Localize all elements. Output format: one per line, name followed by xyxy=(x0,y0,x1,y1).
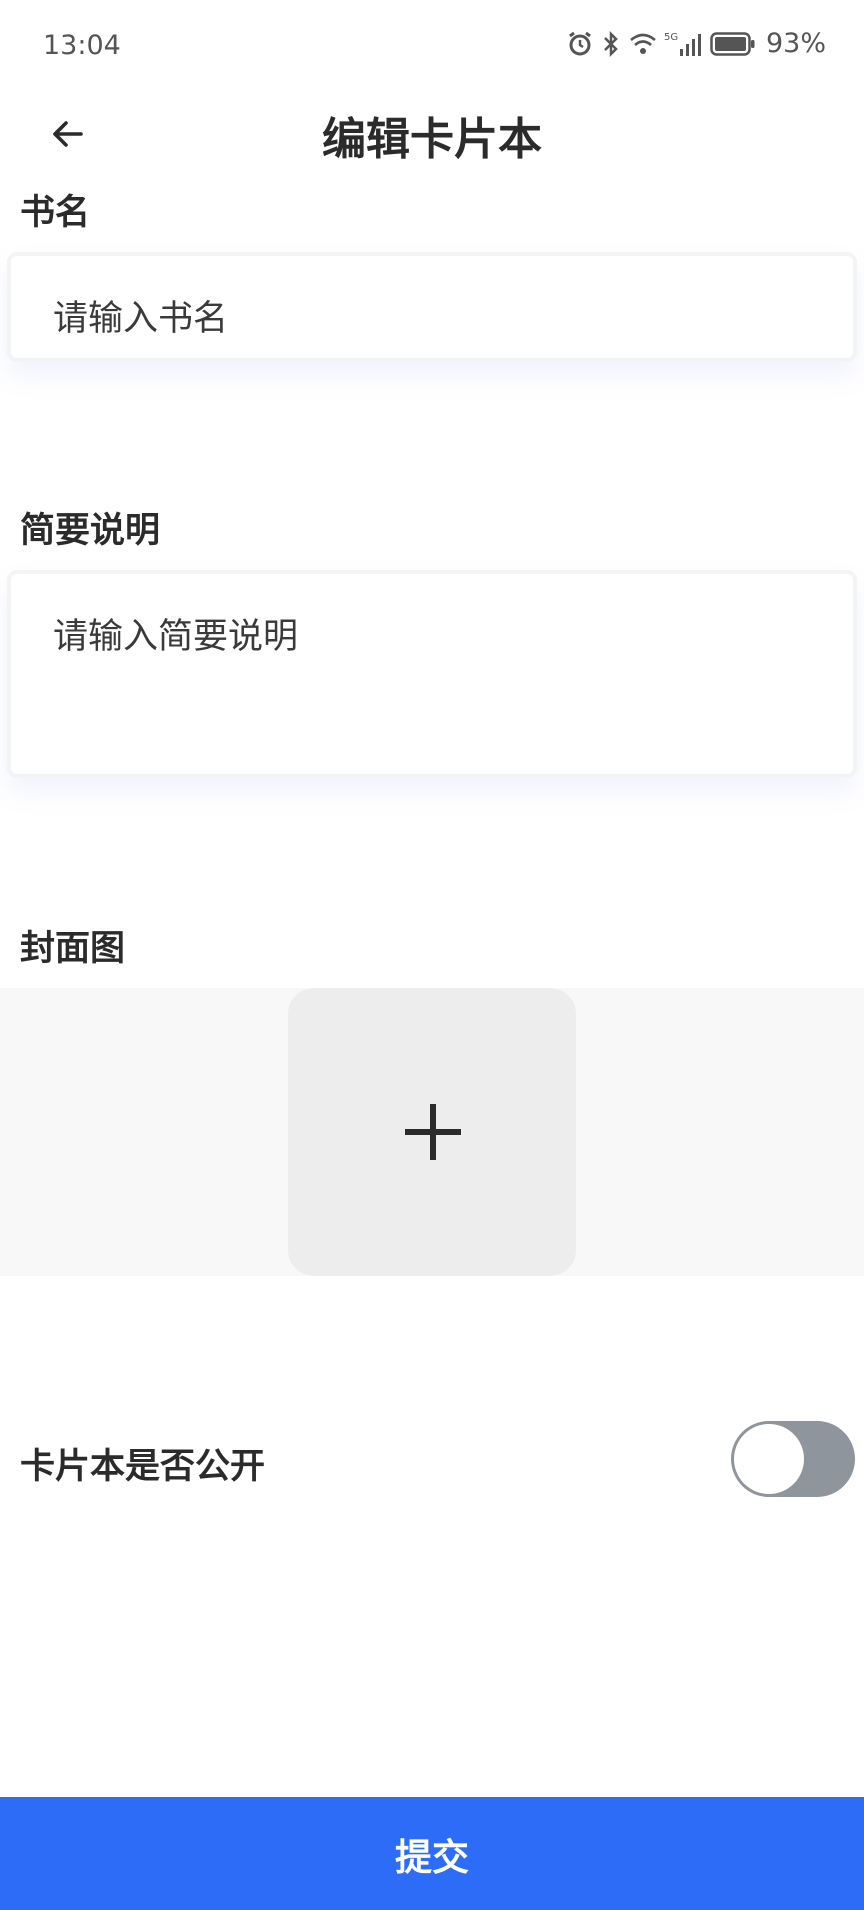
arrow-left-icon xyxy=(48,115,86,157)
toggle-knob xyxy=(734,1424,804,1494)
public-toggle[interactable] xyxy=(731,1421,855,1497)
network-type-label: 5G xyxy=(664,32,678,43)
status-bar: 13:04 5G 93% xyxy=(0,0,864,95)
book-name-placeholder: 请输入书名 xyxy=(53,299,229,339)
wifi-icon xyxy=(628,31,658,57)
submit-button[interactable]: 提交 xyxy=(0,1797,864,1910)
back-button[interactable] xyxy=(38,107,96,165)
alarm-icon xyxy=(566,30,594,58)
status-time: 13:04 xyxy=(43,30,121,61)
status-icons: 5G 93% xyxy=(566,28,826,59)
nav-bar: 编辑卡片本 xyxy=(0,95,864,185)
book-name-label: 书名 xyxy=(20,193,91,233)
public-label: 卡片本是否公开 xyxy=(20,1447,266,1487)
battery-percent: 93% xyxy=(765,28,826,59)
description-textarea[interactable]: 请输入简要说明 xyxy=(7,570,857,778)
description-label: 简要说明 xyxy=(20,511,161,551)
bluetooth-icon xyxy=(600,30,622,58)
cover-label: 封面图 xyxy=(20,929,126,969)
upload-cover-button[interactable] xyxy=(288,988,576,1276)
book-name-input[interactable]: 请输入书名 xyxy=(7,252,857,362)
battery-icon xyxy=(710,31,756,57)
cellular-signal-icon: 5G xyxy=(664,30,704,58)
page-title: 编辑卡片本 xyxy=(322,114,542,165)
description-placeholder: 请输入简要说明 xyxy=(53,617,299,657)
